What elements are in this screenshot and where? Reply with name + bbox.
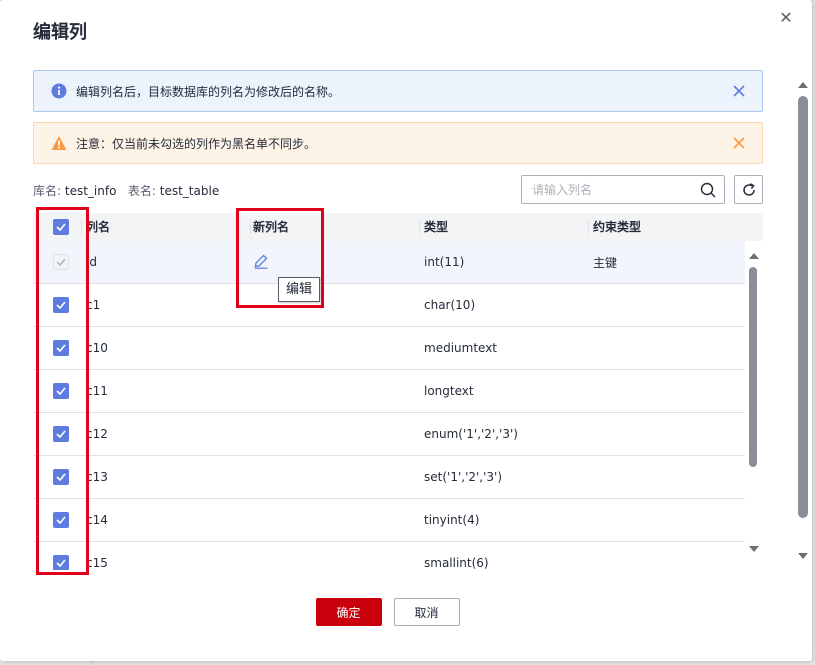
table-name-label: 表名:	[127, 184, 156, 198]
column-search-input[interactable]	[522, 176, 690, 203]
scroll-up-arrow-icon[interactable]	[749, 253, 759, 259]
close-icon[interactable]: ✕	[776, 8, 796, 28]
table-body: id int(11) 主键 c1 char(10) c10 mediumtext…	[33, 241, 745, 570]
table-row: c14 tinyint(4)	[33, 499, 745, 542]
highlight-box-new-name-column	[236, 208, 324, 308]
db-name-label: 库名:	[33, 184, 62, 198]
table-row: c1 char(10)	[33, 284, 745, 327]
confirm-button[interactable]: 确定	[315, 598, 382, 626]
table-row: id int(11) 主键	[33, 241, 745, 284]
row-column-name: c1	[86, 298, 101, 312]
highlight-box-checkbox-column	[36, 207, 89, 575]
scroll-thumb[interactable]	[749, 267, 757, 467]
table-scrollbar[interactable]	[745, 241, 763, 557]
info-alert-close-icon[interactable]	[732, 84, 746, 98]
row-column-name: c13	[86, 470, 108, 484]
scroll-thumb[interactable]	[798, 96, 808, 518]
scroll-down-arrow-icon[interactable]	[798, 553, 808, 559]
warning-alert-text: 注意：仅当前未勾选的列作为黑名单不同步。	[76, 136, 317, 151]
search-icon[interactable]	[700, 182, 716, 198]
row-type: int(11)	[424, 255, 465, 269]
header-type: 类型	[420, 213, 589, 241]
db-name-value: test_info	[64, 184, 117, 198]
table-row: c15 smallint(6)	[33, 542, 745, 570]
scroll-down-arrow-icon[interactable]	[749, 546, 759, 552]
info-icon	[51, 83, 67, 99]
table-name-value: test_table	[159, 184, 220, 198]
table-row: c10 mediumtext	[33, 327, 745, 370]
row-column-name: c12	[86, 427, 108, 441]
header-constraint-type: 约束类型	[593, 220, 642, 234]
info-alert: 编辑列名后，目标数据库的列名为修改后的名称。	[33, 70, 763, 112]
refresh-icon	[742, 182, 755, 196]
row-type: mediumtext	[424, 341, 498, 355]
dialog-scrollbar[interactable]	[795, 78, 811, 568]
table-row: c11 longtext	[33, 370, 745, 413]
row-column-name: c14	[86, 513, 108, 527]
dialog-footer: 确定 取消	[0, 598, 812, 626]
columns-table: 列名 新列名 类型 约束类型 id int(11) 主键 c1 char(10)…	[33, 213, 763, 570]
row-type: tinyint(4)	[424, 513, 480, 527]
row-column-name: c11	[86, 384, 108, 398]
warning-alert: 注意：仅当前未勾选的列作为黑名单不同步。	[33, 122, 763, 164]
table-row: c12 enum('1','2','3')	[33, 413, 745, 456]
edit-columns-dialog: 编辑列 ✕ 编辑列名后，目标数据库的列名为修改后的名称。 注意：仅当前未勾选的列…	[0, 0, 812, 661]
database-info: 库名: test_info 表名: test_table	[33, 182, 219, 199]
row-constraint: 主键	[593, 255, 618, 270]
warning-icon	[51, 135, 67, 151]
row-type: smallint(6)	[424, 556, 489, 570]
row-type: longtext	[424, 384, 474, 398]
row-column-name: c15	[86, 556, 108, 570]
table-header: 列名 新列名 类型 约束类型	[33, 213, 763, 241]
header-column-name: 列名	[82, 213, 251, 241]
scroll-up-arrow-icon[interactable]	[798, 82, 808, 88]
row-type: char(10)	[424, 298, 476, 312]
info-alert-text: 编辑列名后，目标数据库的列名为修改后的名称。	[76, 84, 341, 99]
dialog-title: 编辑列	[33, 22, 87, 43]
row-column-name: c10	[86, 341, 108, 355]
warning-alert-close-icon[interactable]	[732, 136, 746, 150]
cancel-button[interactable]: 取消	[393, 598, 460, 626]
refresh-button[interactable]	[734, 175, 763, 204]
row-column-name: id	[86, 255, 97, 269]
column-search	[521, 175, 725, 204]
table-row: c13 set('1','2','3')	[33, 456, 745, 499]
row-type: enum('1','2','3')	[424, 427, 518, 441]
row-type: set('1','2','3')	[424, 470, 503, 484]
